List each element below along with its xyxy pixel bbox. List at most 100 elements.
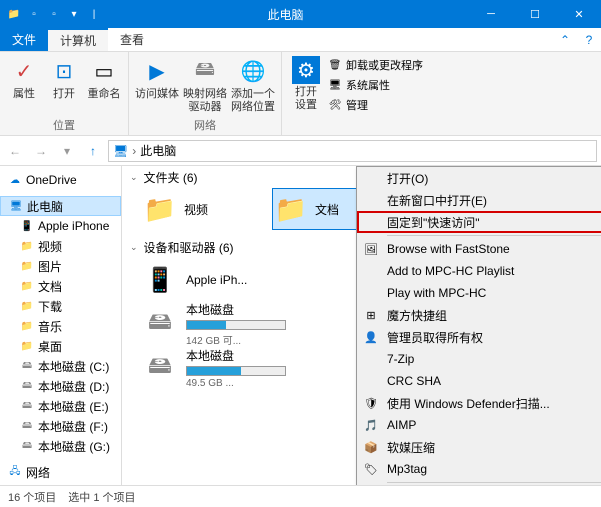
minimize-button[interactable]: ─ <box>469 0 513 28</box>
menu-separator <box>387 482 601 483</box>
help-icon[interactable]: ? <box>577 28 601 51</box>
sidebar-item[interactable]: 🖴本地磁盘 (G:) <box>0 436 121 456</box>
context-menu-item[interactable]: 🖼Browse with FastStone <box>357 238 601 260</box>
add-netloc-button[interactable]: 🌐 添加一个 网络位置 <box>231 56 275 114</box>
computer-icon: 🖥 <box>113 144 128 158</box>
context-menu-item[interactable]: 在新窗口中打开(E) <box>357 189 601 211</box>
sidebar-item[interactable]: 📁图片 <box>0 256 121 276</box>
sidebar-item[interactable]: 🖴本地磁盘 (F:) <box>0 416 121 436</box>
sidebar-item[interactable]: 📁视频 <box>0 236 121 256</box>
context-menu-item[interactable]: 固定到"快速访问" <box>357 211 601 233</box>
menu-item-label: 固定到"快速访问" <box>387 214 480 231</box>
sidebar-item[interactable]: 🖴本地磁盘 (D:) <box>0 376 121 396</box>
tab-view[interactable]: 查看 <box>108 28 156 51</box>
usage-bar <box>186 366 286 376</box>
context-menu-item[interactable]: 🛡 使用 Windows Defender扫描... <box>357 392 601 414</box>
nav-back-button[interactable]: ← <box>4 140 26 162</box>
uninstall-item[interactable]: 🗑卸载或更改程序 <box>328 56 423 74</box>
access-media-button[interactable]: ▶ 访问媒体 <box>135 56 179 101</box>
menu-item-icon: 🛡 <box>363 395 379 411</box>
menu-item-label: AIMP <box>387 418 416 432</box>
network-icon: 🖧 <box>8 465 22 479</box>
context-menu: 打开(O) 在新窗口中打开(E) 固定到"快速访问" 🖼Browse with Fas… <box>356 166 601 485</box>
menu-item-label: 打开(O) <box>387 170 428 187</box>
computer-icon: 🖥 <box>9 199 23 213</box>
drive-icon: 🖴 <box>20 359 34 373</box>
nav-history-button[interactable]: ▾ <box>56 140 78 162</box>
context-menu-item[interactable]: 👤管理员取得所有权 <box>357 326 601 348</box>
close-button[interactable]: ✕ <box>557 0 601 28</box>
context-menu-item[interactable]: ⊞魔方快捷组▶ <box>357 304 601 326</box>
context-menu-item[interactable]: 打开(O) <box>357 167 601 189</box>
window-title: 此电脑 <box>102 6 469 23</box>
add-netloc-icon: 🌐 <box>238 56 268 86</box>
menu-item-label: Add to MPC-HC Playlist <box>387 264 514 278</box>
gear-icon: ⚙ <box>292 56 320 84</box>
drive-icon: 🖴 <box>142 350 178 386</box>
map-drive-button[interactable]: 🖴 映射网络 驱动器 <box>183 56 227 114</box>
ribbon-group-system: ⚙ 打开 设置 🗑卸载或更改程序 🖥系统属性 🛠管理 <box>282 52 429 135</box>
menu-item-label: 魔方快捷组 <box>387 307 447 324</box>
drive-icon: 🖴 <box>20 419 34 433</box>
drive-icon: 🖴 <box>20 379 34 393</box>
tab-file[interactable]: 文件 <box>0 28 48 51</box>
desktop-icon: 📁 <box>20 339 34 353</box>
qat-newfolder-icon[interactable]: ▫ <box>46 6 62 22</box>
sidebar-item[interactable]: 📁音乐 <box>0 316 121 336</box>
qat-dropdown-icon[interactable]: ▾ <box>66 6 82 22</box>
menu-item-icon: 👤 <box>363 329 379 345</box>
context-menu-item[interactable]: 📦软媒压缩▶ <box>357 436 601 458</box>
qat-props-icon[interactable]: ▫ <box>26 6 42 22</box>
properties-button[interactable]: ✓ 属性 <box>6 56 42 101</box>
sidebar-thispc[interactable]: 🖥此电脑 <box>0 196 121 216</box>
ribbon-collapse-icon[interactable]: ⌃ <box>553 28 577 51</box>
sidebar-item[interactable]: 🖴本地磁盘 (C:) <box>0 356 121 376</box>
menu-separator <box>387 235 601 236</box>
sidebar-item[interactable]: 🖴本地磁盘 (E:) <box>0 396 121 416</box>
context-menu-item[interactable]: Play with MPC-HC <box>357 282 601 304</box>
manage-item[interactable]: 🛠管理 <box>328 96 423 114</box>
ribbon-group-location: ✓ 属性 ⊡ 打开 ▭ 重命名 位置 <box>0 52 129 135</box>
context-menu-item[interactable]: 🎵AIMP▶ <box>357 414 601 436</box>
context-menu-item[interactable]: 🏷 Mp3tag <box>357 458 601 480</box>
properties-icon: ✓ <box>9 56 39 86</box>
menu-item-icon: 🏷 <box>363 461 379 477</box>
context-menu-item[interactable]: 7-Zip▶ <box>357 348 601 370</box>
maximize-button[interactable]: ☐ <box>513 0 557 28</box>
context-menu-item[interactable]: CRC SHA▶ <box>357 370 601 392</box>
main-pane: ⌄文件夹 (6) 📁视频 📁文档 📁音乐 ⌄设备和驱动器 (6) 📱 Apple… <box>122 166 601 485</box>
onedrive-icon: ☁ <box>8 173 22 187</box>
context-menu-item[interactable]: Add to MPC-HC Playlist <box>357 260 601 282</box>
qat-sep: | <box>86 6 102 22</box>
open-button[interactable]: ⊡ 打开 <box>46 56 82 101</box>
open-icon: ⊡ <box>49 56 79 86</box>
sidebar-item[interactable]: 📁桌面 <box>0 336 121 356</box>
sysprops-item[interactable]: 🖥系统属性 <box>328 76 423 94</box>
phone-icon: 📱 <box>142 262 178 298</box>
sysprops-icon: 🖥 <box>328 78 342 92</box>
nav-forward-button[interactable]: → <box>30 140 52 162</box>
nav-up-button[interactable]: ↑ <box>82 140 104 162</box>
uninstall-icon: 🗑 <box>328 58 342 72</box>
downloads-icon: 📁 <box>20 299 34 313</box>
sidebar-item[interactable]: 📁文档 <box>0 276 121 296</box>
rename-icon: ▭ <box>89 56 119 86</box>
menu-item-icon: ⊞ <box>363 307 379 323</box>
menu-item-label: 在新窗口中打开(E) <box>387 192 487 209</box>
menu-item-label: 使用 Windows Defender扫描... <box>387 395 550 412</box>
breadcrumb[interactable]: 🖥 › 此电脑 <box>108 140 597 162</box>
sidebar-item[interactable]: 📱Apple iPhone <box>0 216 121 236</box>
sidebar-item[interactable]: 📁下载 <box>0 296 121 316</box>
rename-button[interactable]: ▭ 重命名 <box>86 56 122 101</box>
video-icon: 📁 <box>20 239 34 253</box>
settings-button[interactable]: ⚙ 打开 设置 <box>288 56 324 112</box>
sidebar-network[interactable]: 🖧网络 <box>0 462 121 482</box>
sidebar-onedrive[interactable]: ☁OneDrive <box>0 170 121 190</box>
folder-videos[interactable]: 📁视频 <box>142 188 252 230</box>
menu-item-label: Mp3tag <box>387 462 427 476</box>
explorer-icon: 📁 <box>6 6 22 22</box>
tab-computer[interactable]: 计算机 <box>48 28 108 51</box>
address-bar: ← → ▾ ↑ 🖥 › 此电脑 <box>0 136 601 166</box>
item-count: 16 个项目 <box>8 489 56 505</box>
window-controls: ─ ☐ ✕ <box>469 0 601 28</box>
